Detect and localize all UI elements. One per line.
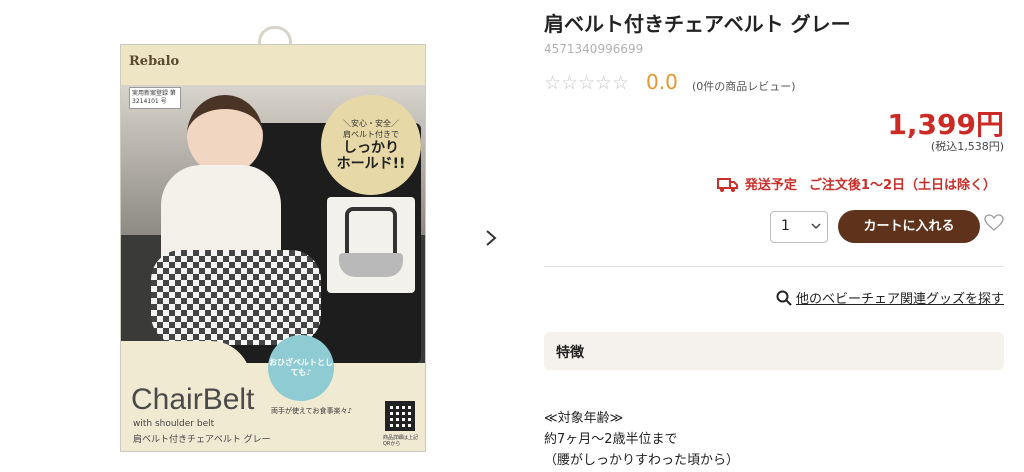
belt-product-photo xyxy=(327,197,415,293)
feature-heading: 特徴 xyxy=(556,345,584,361)
package-note: 両手が使えてお食事楽々♪ xyxy=(271,407,352,415)
related-goods-label: 他のベビーチェア関連グッズを探す xyxy=(795,292,1004,307)
package-subtitle: with shoulder belt xyxy=(133,419,215,429)
description-line: 約7ヶ月〜2歳半位まで xyxy=(544,432,678,447)
review-count-link[interactable]: (0件の商品レビュー) xyxy=(692,78,796,94)
package-name-jp: 肩ベルト付きチェアベルト グレー xyxy=(133,435,271,445)
baby-head xyxy=(187,95,263,175)
product-description: ≪対象年齢≫ 約7ヶ月〜2歳半位まで （腰がしっかりすわった頃から） xyxy=(544,408,739,471)
search-icon xyxy=(776,290,792,306)
product-gallery: Rebalo 実用新案登録 第 3214101 号 ＼安心・安全／ 肩ベルト付き… xyxy=(0,0,520,472)
badge-line-4: ホールド!! xyxy=(336,156,406,172)
chevron-right-icon xyxy=(486,230,497,246)
divider xyxy=(544,266,1004,267)
qr-code xyxy=(385,401,415,431)
favorite-button[interactable] xyxy=(984,214,1004,236)
shipping-label: 発送予定 xyxy=(744,178,797,193)
feature-badge: ＼安心・安全／ 肩ベルト付きで しっかり ホールド!! xyxy=(321,95,421,195)
rating-stars: ☆☆☆☆☆ xyxy=(544,72,630,94)
description-line: ≪対象年齢≫ xyxy=(544,411,624,426)
truck-icon xyxy=(716,178,738,192)
qr-caption: 商品詳細は上記QRから xyxy=(383,435,419,447)
package-header: Rebalo xyxy=(121,45,425,85)
badge-line-2: 肩ベルト付きで xyxy=(343,130,399,139)
product-price: 1,399円 xyxy=(887,108,1004,141)
patent-label: 実用新案登録 第 3214101 号 xyxy=(129,87,181,109)
gallery-next-button[interactable] xyxy=(484,228,502,250)
belt-pad xyxy=(339,253,403,277)
add-to-cart-button[interactable]: カートに入れる xyxy=(838,210,980,243)
heart-icon xyxy=(984,214,1004,231)
product-image[interactable]: Rebalo 実用新案登録 第 3214101 号 ＼安心・安全／ 肩ベルト付き… xyxy=(120,44,426,452)
badge-line-1: ＼安心・安全／ xyxy=(343,119,399,128)
product-title: 肩ベルト付きチェアベルト グレー xyxy=(544,12,851,36)
shipping-info: 発送予定 ご注文後1〜2日（土日は除く） xyxy=(716,174,996,193)
chevron-down-icon xyxy=(811,218,821,237)
product-sku: 4571340996699 xyxy=(544,42,644,56)
rating-value: 0.0 xyxy=(646,70,678,94)
description-line: （腰がしっかりすわった頃から） xyxy=(544,453,740,468)
lap-belt-bubble: おひざベルトとしても♪ xyxy=(268,335,334,401)
quantity-value: 1 xyxy=(781,218,790,234)
package-title: ChairBelt xyxy=(131,383,255,416)
related-goods-link[interactable]: 他のベビーチェア関連グッズを探す xyxy=(776,288,1004,307)
price-with-tax: (税込1,538円) xyxy=(930,140,1004,153)
quantity-select[interactable]: 1 xyxy=(770,211,828,243)
brand-logo: Rebalo xyxy=(129,54,180,69)
feature-section-header: 特徴 xyxy=(544,332,1004,370)
shipping-value: ご注文後1〜2日（土日は除く） xyxy=(808,178,996,193)
baby-legs xyxy=(151,250,321,345)
badge-line-3: しっかり xyxy=(343,140,399,156)
